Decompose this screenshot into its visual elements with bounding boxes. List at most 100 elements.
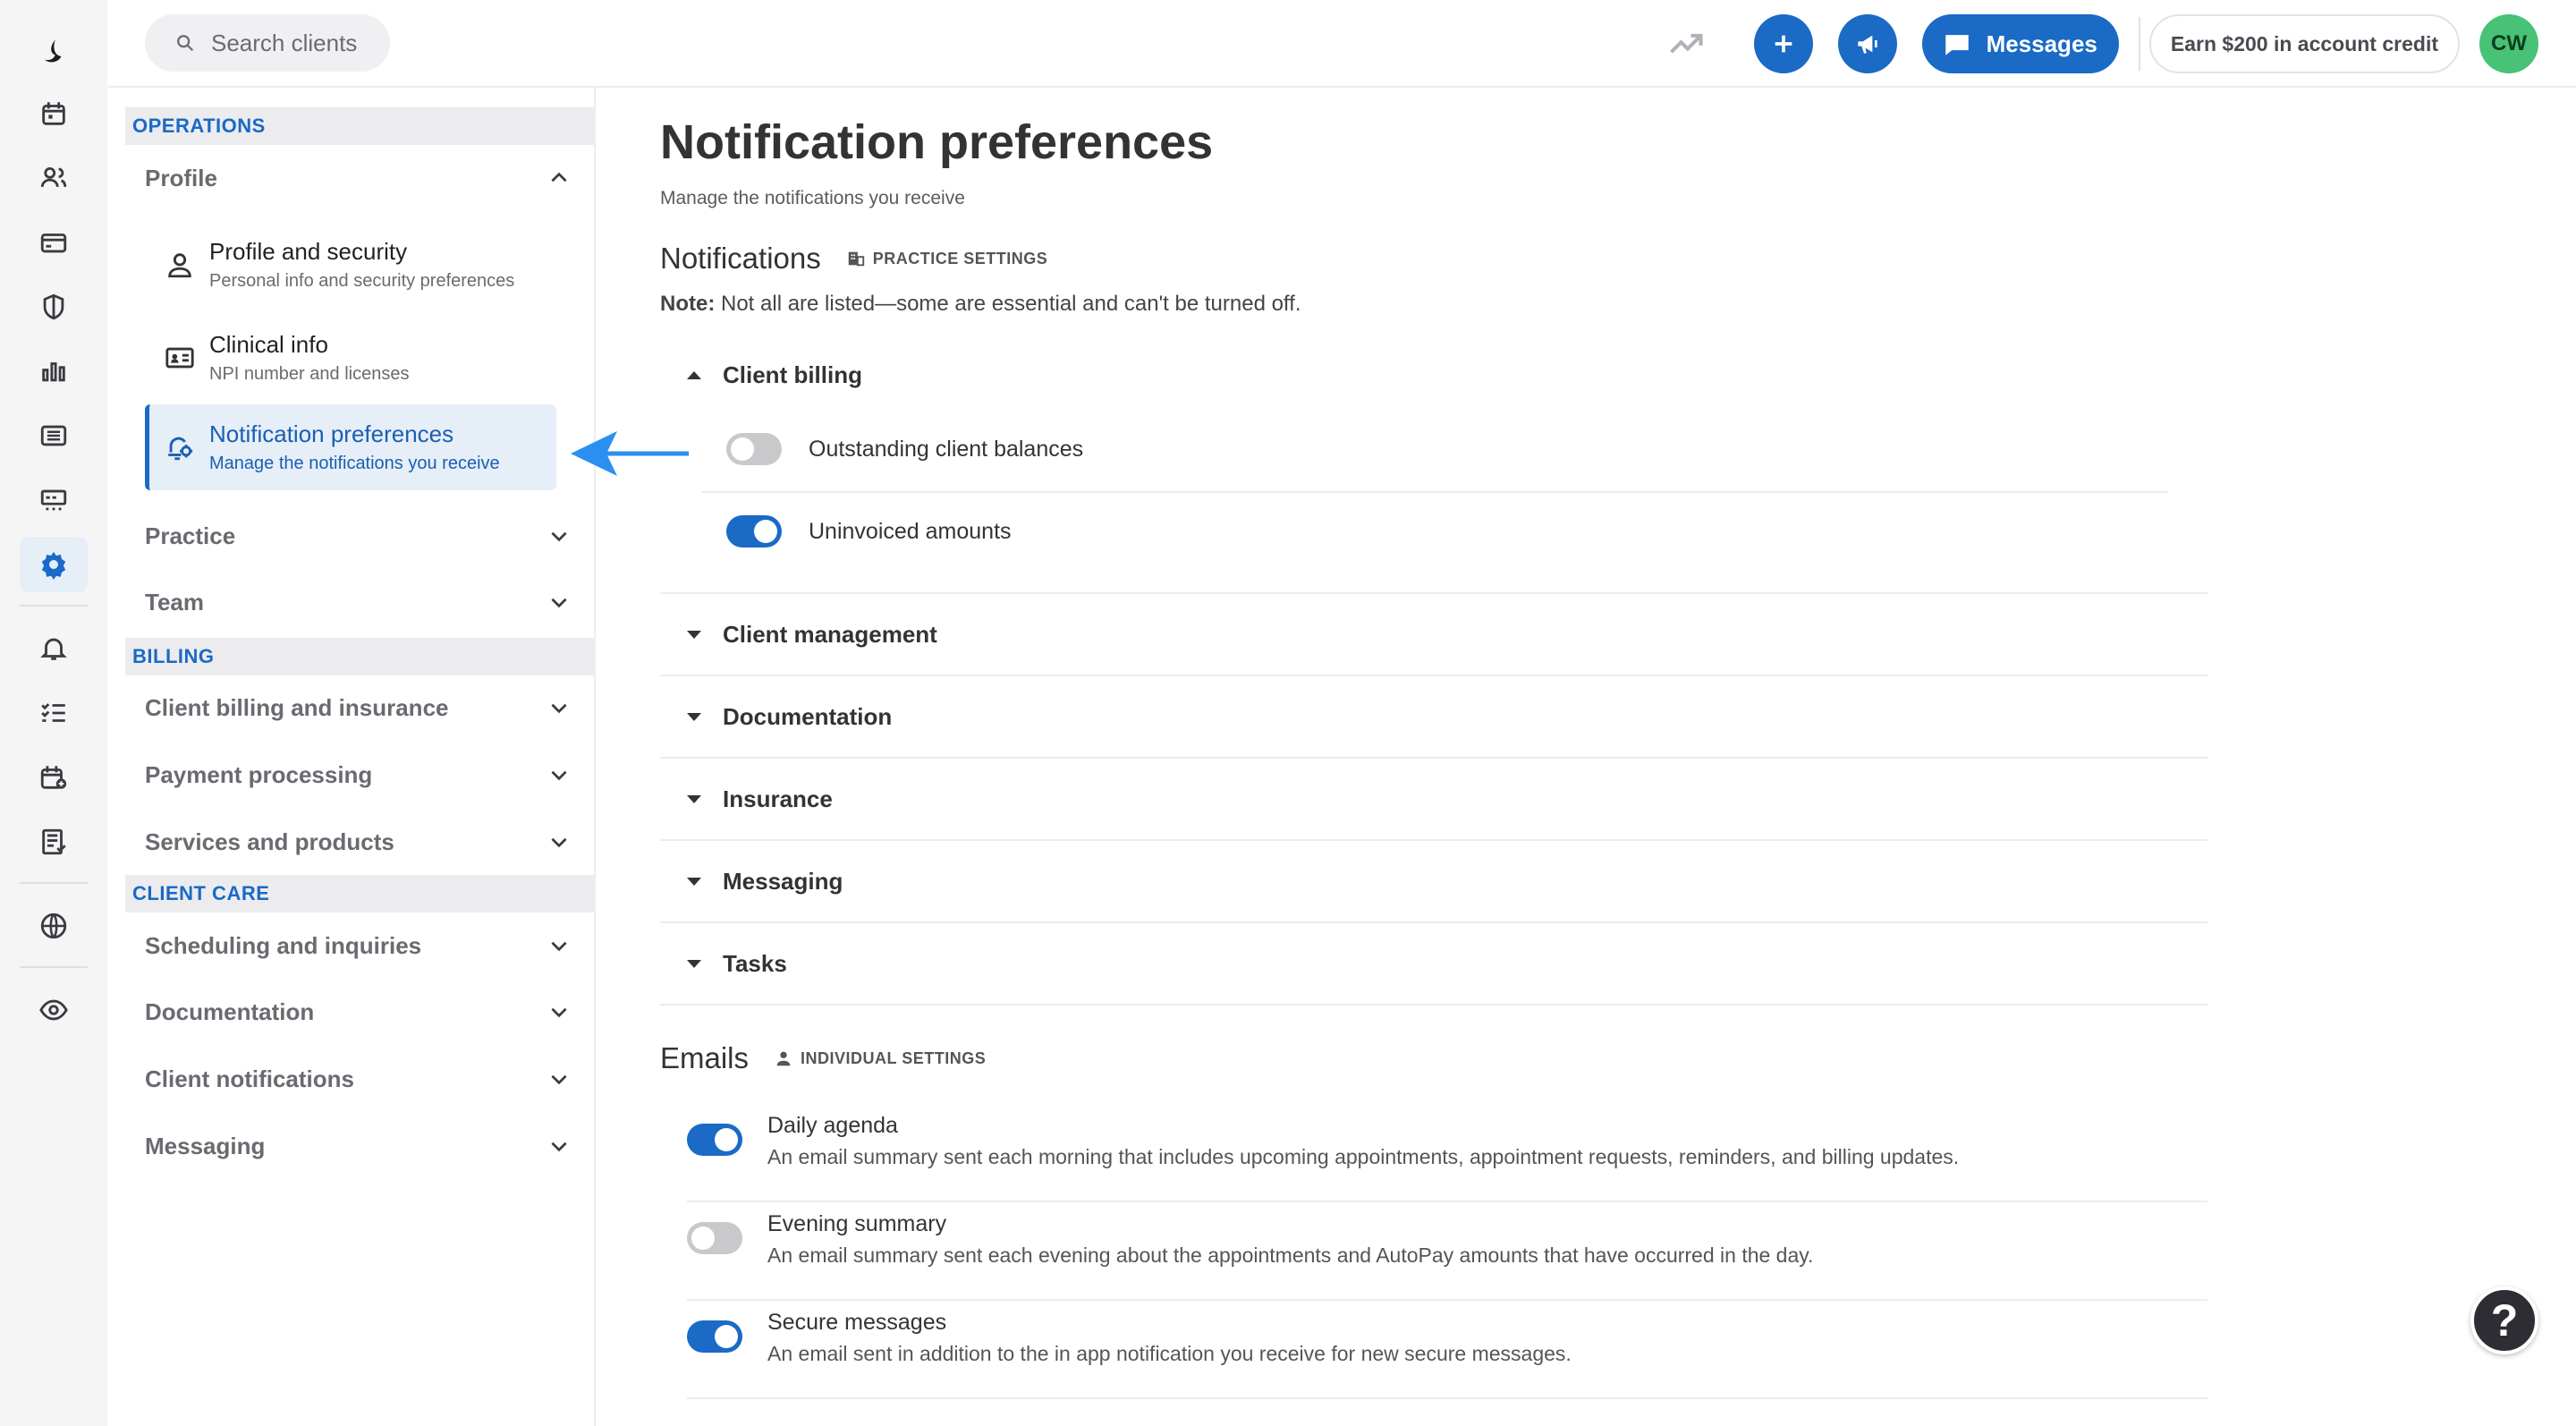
billing-icon[interactable] <box>20 215 88 270</box>
email-setting-desc: An email sent in addition to the in app … <box>767 1342 1572 1365</box>
category-documentation[interactable]: Documentation <box>660 676 2207 759</box>
avatar[interactable]: CW <box>2479 14 2538 73</box>
caret-down-icon <box>687 794 701 803</box>
email-setting-title: Secure messages <box>767 1310 947 1335</box>
emails-section-header: Emails INDIVIDUAL SETTINGS <box>660 1041 986 1075</box>
insurance-shield-icon[interactable] <box>20 279 88 335</box>
eye-icon[interactable] <box>20 982 88 1038</box>
toggle-switch[interactable] <box>687 1320 742 1353</box>
plus-icon <box>1775 35 1792 53</box>
chevron-down-icon <box>551 837 567 848</box>
analytics-icon[interactable] <box>20 344 88 399</box>
calendar-add-icon[interactable] <box>20 750 88 805</box>
nav-group-practice[interactable]: Practice <box>145 510 578 562</box>
nav-group-label: Payment processing <box>145 760 373 788</box>
records-icon[interactable] <box>20 408 88 463</box>
note-label: Note: <box>660 292 716 316</box>
nav-group-label: Team <box>145 588 204 615</box>
clients-icon[interactable] <box>20 150 88 206</box>
category-tasks[interactable]: Tasks <box>660 923 2207 1006</box>
rail-divider <box>20 605 88 607</box>
nav-item-profile-security[interactable]: Profile and security Personal info and s… <box>145 222 556 308</box>
megaphone-icon <box>1857 35 1877 54</box>
toggle-switch[interactable] <box>726 433 782 465</box>
notifications-heading: Notifications <box>660 242 821 275</box>
category-client-management[interactable]: Client management <box>660 594 2207 676</box>
category-label: Tasks <box>723 949 787 977</box>
section-header-billing: BILLING <box>125 638 594 675</box>
note-body: Not all are listed—some are essential an… <box>721 292 1301 316</box>
settings-sidebar: OPERATIONS Profile Profile and security … <box>107 88 596 1426</box>
setting-outstanding-balances: Outstanding client balances <box>726 433 1083 465</box>
nav-group-team[interactable]: Team <box>145 576 578 628</box>
nav-item-desc: Personal info and security preferences <box>209 271 515 291</box>
nav-group-label: Messaging <box>145 1132 266 1159</box>
nav-group-profile[interactable]: Profile <box>145 152 578 204</box>
nav-group-label: Practice <box>145 522 236 549</box>
help-button[interactable]: ? <box>2470 1286 2538 1354</box>
nav-item-title: Profile and security <box>209 238 408 265</box>
earn-credit-label: Earn $200 in account credit <box>2170 31 2438 55</box>
settings-gear-icon[interactable] <box>20 537 88 592</box>
chevron-down-icon <box>551 1074 567 1085</box>
rail-divider <box>20 882 88 884</box>
avatar-initials: CW <box>2491 31 2527 55</box>
nav-group-client-billing[interactable]: Client billing and insurance <box>145 682 578 734</box>
nav-group-label: Scheduling and inquiries <box>145 931 422 959</box>
setting-uninvoiced-amounts: Uninvoiced amounts <box>726 515 1012 547</box>
category-insurance[interactable]: Insurance <box>660 759 2207 841</box>
toggle-switch[interactable] <box>687 1124 742 1156</box>
earn-credit-button[interactable]: Earn $200 in account credit <box>2148 14 2460 73</box>
calendar-icon[interactable] <box>20 86 88 141</box>
tasks-icon[interactable] <box>20 685 88 741</box>
nav-group-documentation[interactable]: Documentation <box>145 986 578 1038</box>
email-setting-daily-agenda: Daily agenda An email summary sent each … <box>687 1104 2207 1202</box>
bell-icon[interactable] <box>20 621 88 676</box>
messages-button[interactable]: Messages <box>1921 14 2119 73</box>
nav-group-label: Client notifications <box>145 1065 354 1092</box>
announcements-button[interactable] <box>1837 14 1897 73</box>
marketplace-icon[interactable] <box>20 472 88 528</box>
category-messaging[interactable]: Messaging <box>660 841 2207 923</box>
help-label: ? <box>2490 1295 2519 1345</box>
globe-icon[interactable] <box>20 898 88 954</box>
nav-group-client-notifications[interactable]: Client notifications <box>145 1053 578 1105</box>
top-divider <box>2138 17 2140 71</box>
nav-group-messaging[interactable]: Messaging <box>145 1120 578 1172</box>
page-title: Notification preferences <box>660 115 1214 169</box>
nav-group-payment-processing[interactable]: Payment processing <box>145 749 578 801</box>
search-placeholder: Search clients <box>211 29 358 56</box>
individual-settings-label: INDIVIDUAL SETTINGS <box>801 1048 987 1067</box>
divider <box>701 491 2168 493</box>
create-new-button[interactable] <box>1753 14 1813 73</box>
caret-down-icon <box>687 630 701 639</box>
trend-icon[interactable] <box>1666 24 1706 64</box>
nav-group-services-products[interactable]: Services and products <box>145 816 578 868</box>
id-card-icon <box>165 347 194 369</box>
practice-settings-label: PRACTICE SETTINGS <box>872 249 1048 267</box>
bell-settings-icon <box>168 437 193 461</box>
chevron-up-icon <box>551 172 567 182</box>
chevron-down-icon <box>551 598 567 608</box>
nav-item-desc: Manage the notifications you receive <box>209 454 500 473</box>
notes-icon[interactable] <box>20 814 88 870</box>
search-input[interactable]: Search clients <box>145 14 390 72</box>
category-client-billing[interactable]: Client billing <box>660 342 2207 408</box>
caret-down-icon <box>687 712 701 721</box>
messages-label: Messages <box>1986 30 2097 57</box>
toggle-switch[interactable] <box>687 1222 742 1254</box>
search-icon <box>177 35 194 52</box>
nav-group-scheduling[interactable]: Scheduling and inquiries <box>145 920 578 972</box>
nav-item-clinical-info[interactable]: Clinical info NPI number and licenses <box>145 315 556 401</box>
email-setting-desc: An email summary sent each evening about… <box>767 1244 1814 1267</box>
app-logo-icon[interactable] <box>29 27 79 77</box>
chevron-down-icon <box>551 1007 567 1018</box>
rail-divider <box>20 966 88 968</box>
email-setting-title: Daily agenda <box>767 1113 898 1138</box>
top-bar: Search clients Messages Earn $200 in acc… <box>107 0 2576 88</box>
icon-rail <box>0 0 107 1426</box>
nav-item-notification-preferences[interactable]: Notification preferences Manage the noti… <box>145 404 556 490</box>
toggle-switch[interactable] <box>726 515 782 547</box>
chevron-down-icon <box>551 941 567 952</box>
notifications-section-header: Notifications PRACTICE SETTINGS <box>660 242 1047 276</box>
